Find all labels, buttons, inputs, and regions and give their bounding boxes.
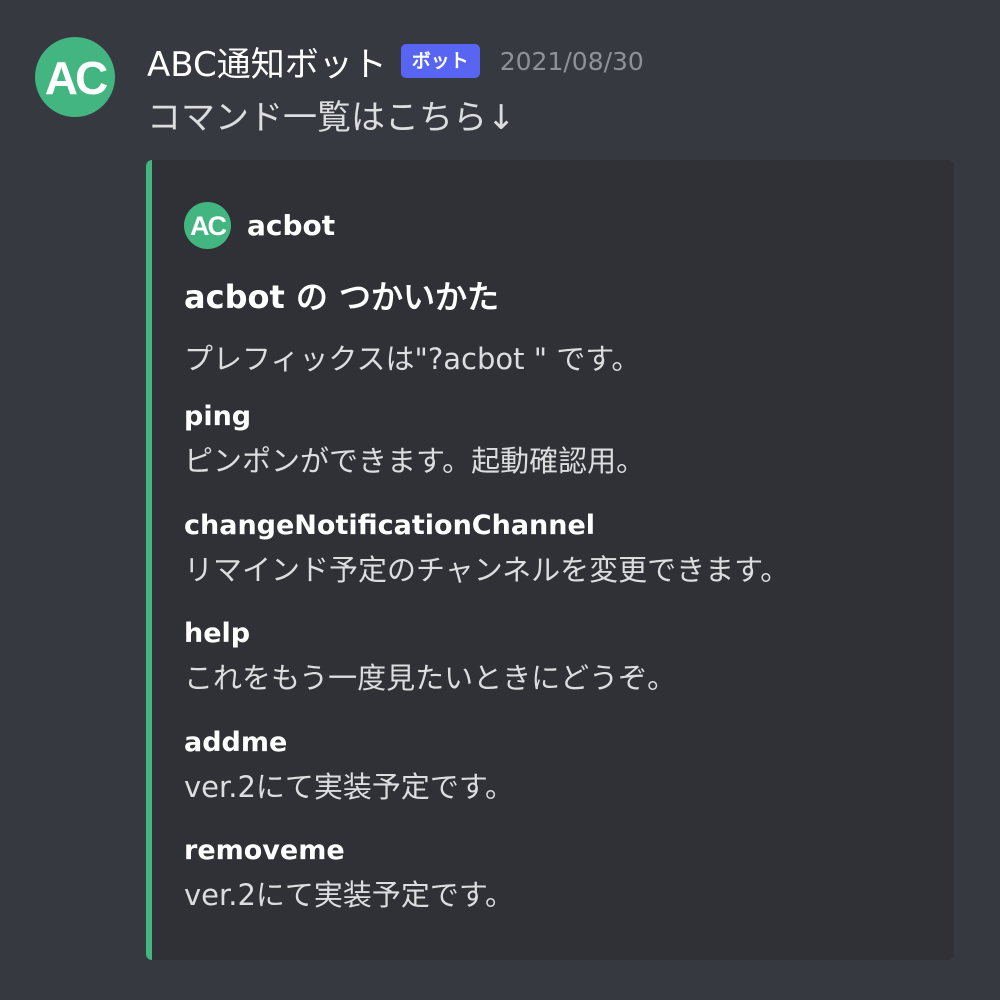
chat-message: AC ABC通知ボット ボット 2021/08/30 コマンド一覧はこちら↓ A… <box>0 0 1000 1000</box>
field-value: ver.2にて実装予定です。 <box>184 770 515 804</box>
bot-avatar[interactable]: AC <box>35 37 115 117</box>
field-name: removeme <box>184 835 345 866</box>
embed-title: acbot の つかいかた <box>184 278 500 316</box>
embed-field-ping: ping ピンポンができます。起動確認用。 <box>184 398 645 484</box>
field-value: ピンポンができます。起動確認用。 <box>184 444 646 478</box>
message-timestamp: 2021/08/30 <box>499 46 644 76</box>
embed-author: AC acbot <box>184 202 335 249</box>
field-value: これをもう一度見たいときにどうぞ。 <box>184 661 677 695</box>
field-name: changeNotificationChannel <box>184 510 596 541</box>
message-content: コマンド一覧はこちら↓ <box>147 98 516 138</box>
message-header: ABC通知ボット ボット 2021/08/30 <box>147 37 644 86</box>
embed-field-removeme: removeme ver.2にて実装予定です。 <box>184 832 514 918</box>
embed-card: AC acbot acbot の つかいかた プレフィックスは"?acbot "… <box>146 160 954 960</box>
embed-author-name: acbot <box>247 209 336 242</box>
author-avatar: AC <box>184 202 231 249</box>
username[interactable]: ABC通知ボット <box>147 37 387 86</box>
bot-tag-badge: ボット <box>400 44 480 78</box>
embed-field-help: help これをもう一度見たいときにどうぞ。 <box>184 615 676 701</box>
avatar-initials: AC <box>44 52 108 104</box>
author-avatar-initials: AC <box>190 211 227 241</box>
embed-description: プレフィックスは"?acbot " です。 <box>184 342 641 376</box>
field-name: ping <box>184 401 252 432</box>
field-name: addme <box>184 727 288 758</box>
embed-field-change-notification-channel: changeNotificationChannel リマインド予定のチャンネルを… <box>184 507 789 593</box>
field-name: help <box>184 618 251 649</box>
field-value: リマインド予定のチャンネルを変更できます。 <box>184 553 790 587</box>
field-value: ver.2にて実装予定です。 <box>184 878 515 912</box>
embed-accent-bar <box>146 160 152 960</box>
embed-field-addme: addme ver.2にて実装予定です。 <box>184 724 514 810</box>
